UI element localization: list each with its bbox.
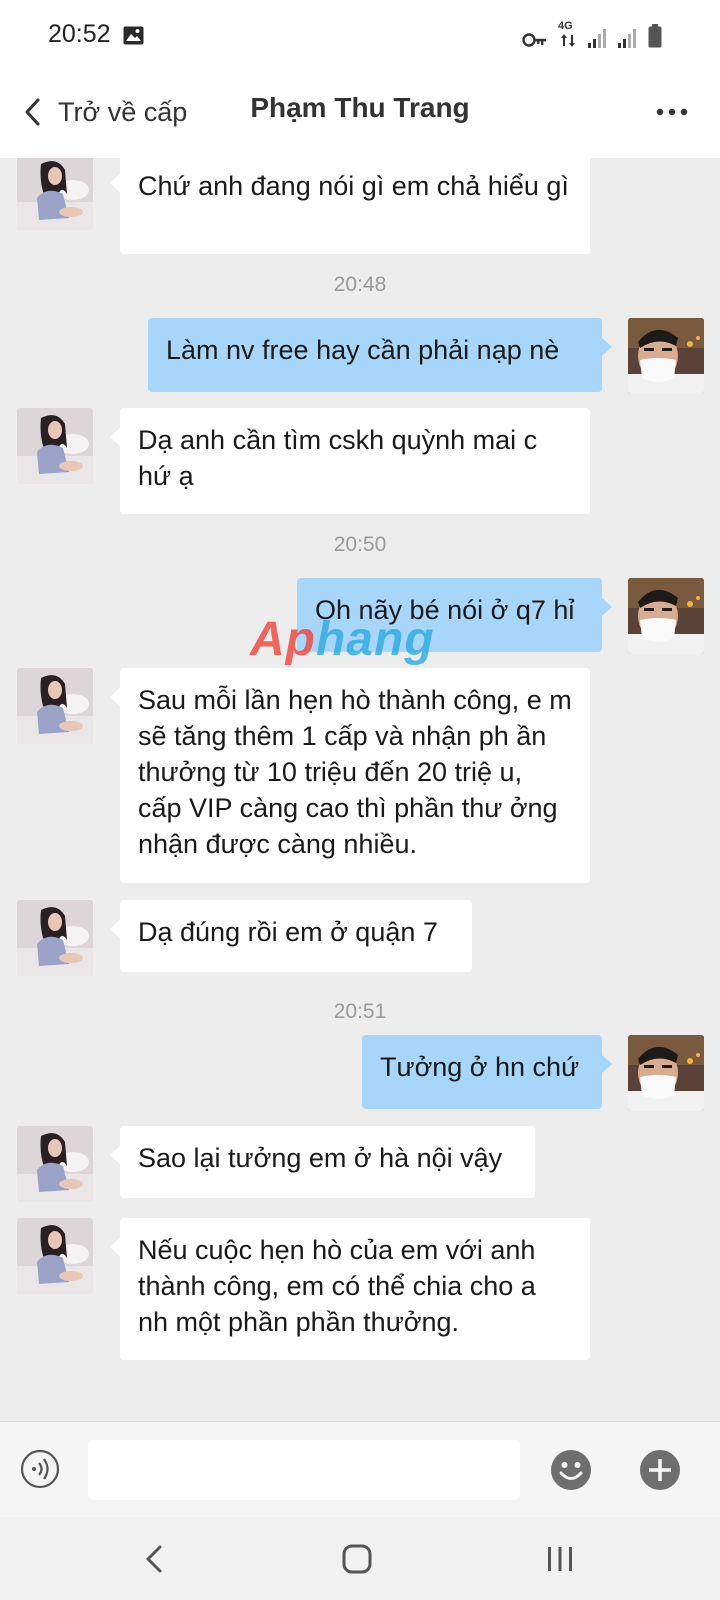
bubble-tail bbox=[602, 338, 612, 356]
incoming-message[interactable]: Sao lại tưởng em ở hà nội vậy bbox=[120, 1126, 535, 1198]
timestamp-separator: 20:48 bbox=[333, 273, 387, 296]
image-icon bbox=[123, 26, 144, 45]
status-icons: 4G bbox=[522, 20, 662, 48]
incoming-message[interactable]: Nếu cuộc hẹn hò của em với anh thành côn… bbox=[120, 1218, 590, 1360]
incoming-message[interactable]: Dạ anh cần tìm cskh quỳnh mai c hứ ạ bbox=[120, 408, 590, 514]
bubble-tail bbox=[110, 1238, 120, 1256]
chat-area: Chứ anh đang nói gì em chả hiểu gì 20:48 L… bbox=[0, 158, 720, 1421]
navigation-bar bbox=[0, 1517, 720, 1600]
bubble-tail bbox=[110, 1146, 120, 1164]
signal-icon bbox=[588, 29, 606, 48]
emoji-icon[interactable] bbox=[550, 1449, 592, 1491]
nav-recents-icon[interactable] bbox=[540, 1539, 580, 1579]
battery-icon bbox=[648, 24, 662, 48]
bubble-tail bbox=[110, 688, 120, 706]
plus-icon[interactable] bbox=[639, 1449, 681, 1491]
nav-back-icon[interactable] bbox=[136, 1539, 176, 1579]
signal-icon bbox=[618, 29, 636, 48]
contact-avatar[interactable] bbox=[17, 408, 93, 484]
network-4g-icon: 4G bbox=[558, 20, 578, 48]
message-input[interactable] bbox=[88, 1440, 520, 1500]
contact-avatar[interactable] bbox=[17, 1126, 93, 1202]
bubble-tail bbox=[110, 920, 120, 938]
incoming-message[interactable]: Sau mỗi lần hẹn hò thành công, e m sẽ tă… bbox=[120, 668, 590, 883]
contact-avatar[interactable] bbox=[17, 900, 93, 976]
timestamp-separator: 20:51 bbox=[333, 1000, 387, 1023]
key-icon bbox=[522, 33, 546, 47]
network-type-label: 4G bbox=[558, 20, 573, 32]
bubble-tail bbox=[602, 1055, 612, 1073]
contact-avatar[interactable] bbox=[17, 1218, 93, 1294]
timestamp-separator: 20:50 bbox=[333, 533, 387, 556]
my-avatar[interactable] bbox=[628, 318, 704, 394]
incoming-message[interactable]: Chứ anh đang nói gì em chả hiểu gì bbox=[120, 158, 590, 254]
outgoing-message[interactable]: Tưởng ở hn chứ bbox=[362, 1035, 602, 1109]
my-avatar[interactable] bbox=[628, 578, 704, 654]
input-bar bbox=[0, 1421, 720, 1517]
chat-header: Trở về cấp Phạm Thu Trang bbox=[0, 72, 720, 158]
outgoing-message[interactable]: Làm nv free hay cần phải nạp nè bbox=[148, 318, 602, 392]
bubble-tail bbox=[110, 174, 120, 192]
status-time: 20:52 bbox=[48, 20, 111, 48]
bubble-tail bbox=[110, 428, 120, 446]
contact-avatar[interactable] bbox=[17, 668, 93, 744]
contact-avatar[interactable] bbox=[17, 158, 93, 230]
incoming-message[interactable]: Dạ đúng rồi em ở quận 7 bbox=[120, 900, 472, 972]
outgoing-message[interactable]: Oh nãy bé nói ở q7 hỉ bbox=[297, 578, 602, 652]
bubble-tail bbox=[602, 598, 612, 616]
voice-icon[interactable] bbox=[20, 1449, 60, 1489]
nav-home-icon[interactable] bbox=[337, 1539, 377, 1579]
more-icon[interactable] bbox=[654, 94, 690, 130]
my-avatar[interactable] bbox=[628, 1035, 704, 1111]
page-title: Phạm Thu Trang bbox=[250, 92, 470, 123]
status-bar: 20:52 4G bbox=[0, 0, 720, 72]
